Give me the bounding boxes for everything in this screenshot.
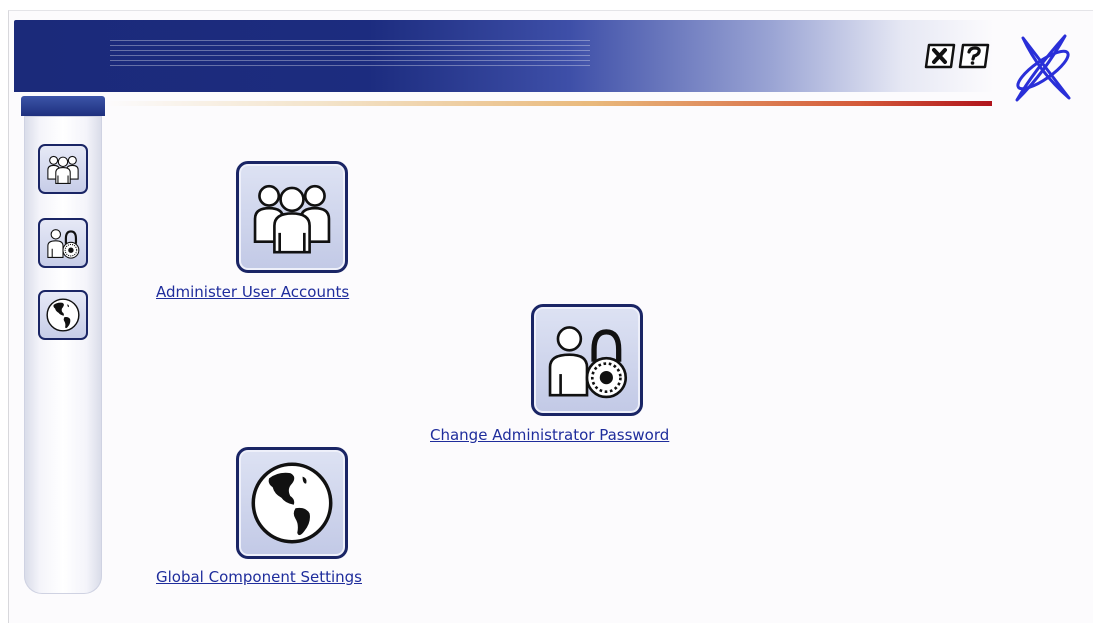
close-x-icon (924, 43, 956, 69)
users-group-icon (248, 173, 336, 261)
close-button[interactable] (924, 43, 956, 69)
banner-stripes (110, 40, 590, 70)
globe-icon (248, 459, 336, 547)
header-banner (14, 20, 1024, 92)
change-password-link[interactable]: Change Administrator Password (430, 426, 669, 444)
sidebar-item-global[interactable] (38, 290, 88, 340)
help-question-icon (958, 43, 990, 69)
global-settings-button[interactable] (236, 447, 348, 559)
header-accent-line (104, 101, 992, 106)
globe-icon (45, 297, 81, 333)
change-password-button[interactable] (531, 304, 643, 416)
user-lock-icon (543, 316, 631, 404)
help-button[interactable] (958, 43, 990, 69)
app-logo-icon (1015, 34, 1071, 102)
administer-users-button[interactable] (236, 161, 348, 273)
sidebar-item-password[interactable] (38, 218, 88, 268)
users-group-icon (45, 151, 81, 187)
user-lock-icon (45, 225, 81, 261)
administer-users-link[interactable]: Administer User Accounts (156, 283, 349, 301)
global-settings-link[interactable]: Global Component Settings (156, 568, 362, 586)
sidebar-item-users[interactable] (38, 144, 88, 194)
sidebar-cap (21, 96, 105, 116)
